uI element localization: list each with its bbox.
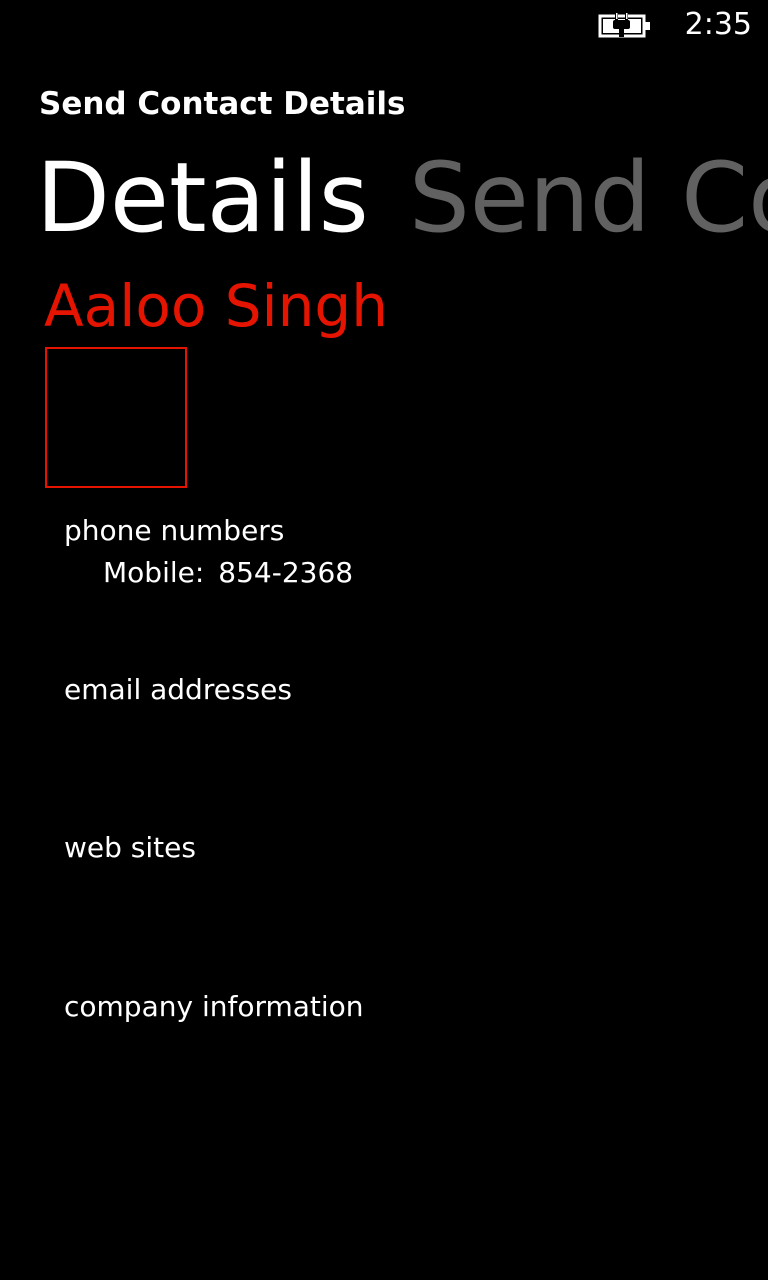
contact-photo-placeholder	[45, 347, 187, 488]
phone-entry[interactable]: Mobile: 854-2368	[103, 555, 724, 591]
status-bar: 2:35	[0, 0, 768, 52]
app-title: Send Contact Details	[39, 86, 406, 122]
email-addresses-header: email addresses	[64, 673, 292, 706]
company-information-header: company information	[64, 990, 364, 1023]
web-sites-header: web sites	[64, 831, 196, 864]
phone-screen: 2:35 Send Contact Details Details Send Co…	[0, 0, 768, 1280]
pivot-tab-send-contact[interactable]: Send Contact	[409, 138, 768, 258]
pivot-tab-details[interactable]: Details	[36, 138, 369, 258]
phone-numbers-section: phone numbers Mobile: 854-2368	[64, 513, 724, 591]
web-sites-section: web sites	[64, 830, 724, 866]
phone-type-label: Mobile:	[103, 556, 205, 589]
clock: 2:35	[684, 7, 752, 42]
company-information-section: company information	[64, 989, 724, 1025]
phone-number-value: 854-2368	[218, 556, 354, 589]
phone-numbers-header: phone numbers	[64, 514, 285, 547]
battery-charging-icon	[598, 12, 652, 40]
email-addresses-section: email addresses	[64, 672, 724, 708]
pivot-header: Details Send Contact	[36, 138, 768, 258]
contact-name: Aaloo Singh	[44, 272, 389, 340]
